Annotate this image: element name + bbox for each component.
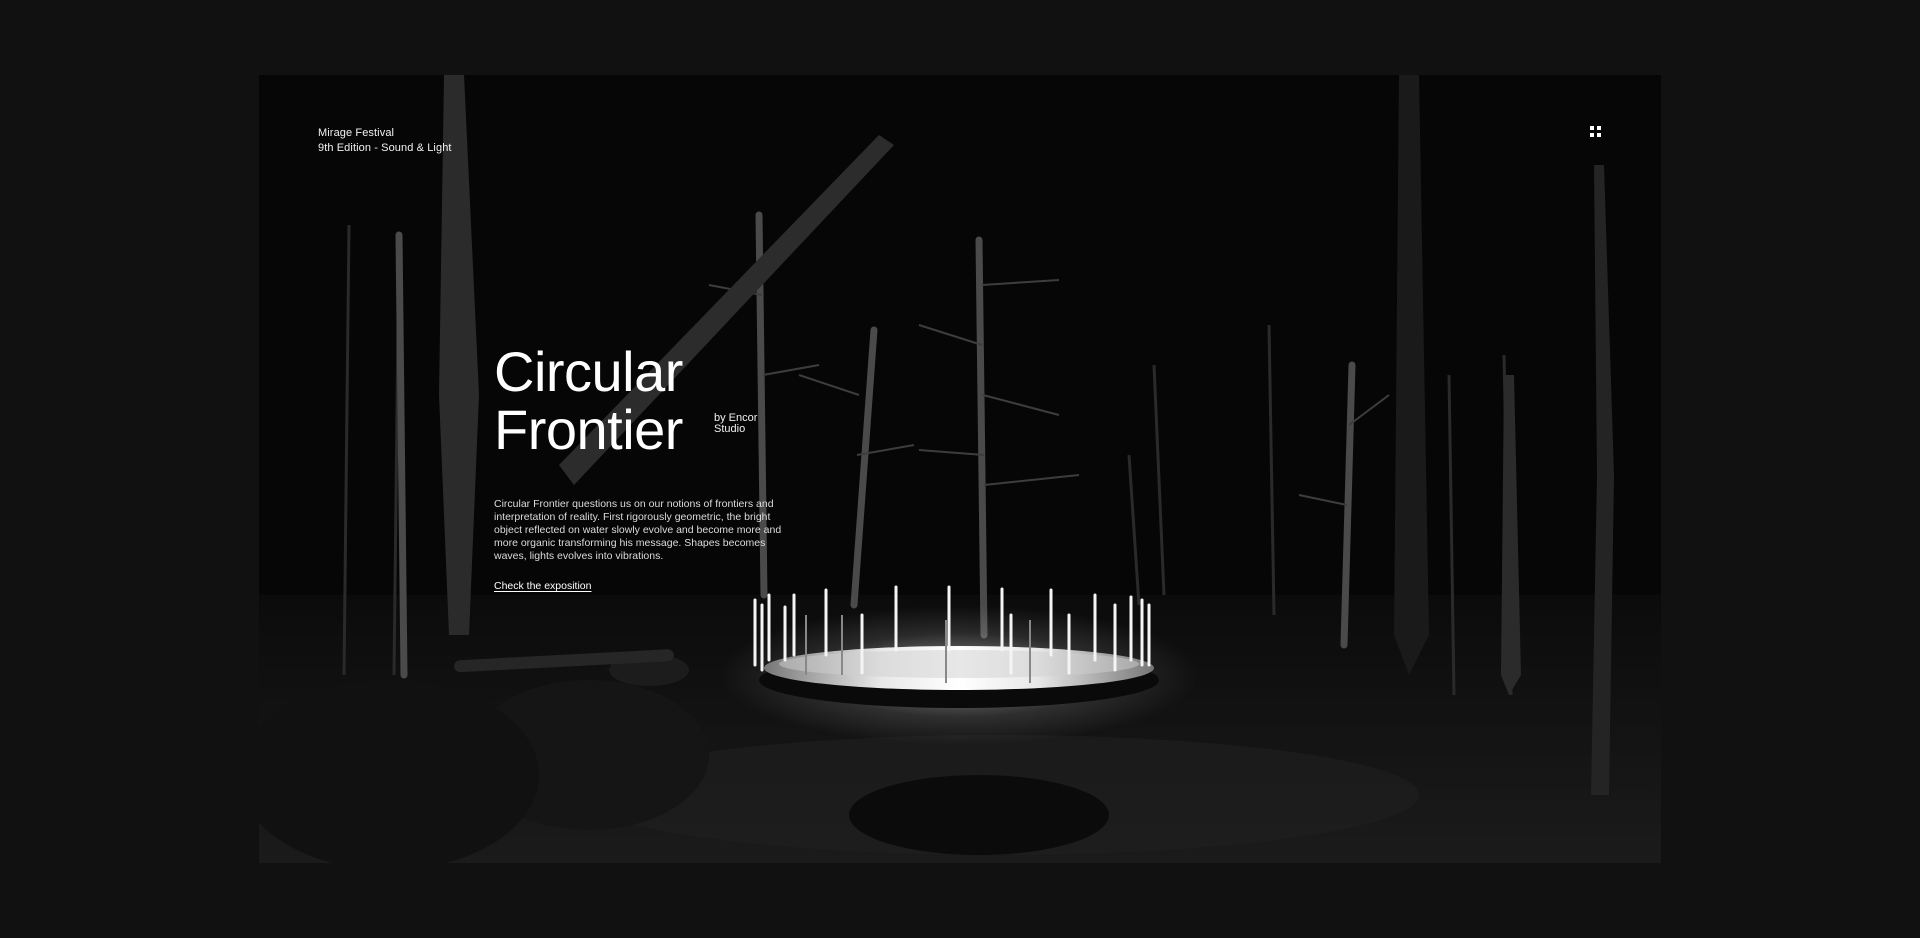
page-title: Circular Frontier (494, 343, 683, 459)
title-line-2: Frontier (494, 398, 683, 461)
festival-brand[interactable]: Mirage Festival 9th Edition - Sound & Li… (318, 126, 452, 156)
forest-scene-image (259, 75, 1661, 863)
grid-menu-icon[interactable] (1590, 126, 1604, 140)
festival-edition: 9th Edition - Sound & Light (318, 142, 452, 154)
hero-frame: Mirage Festival 9th Edition - Sound & Li… (259, 75, 1661, 863)
check-exposition-link[interactable]: Check the exposition (494, 580, 591, 592)
hero-description: Circular Frontier questions us on our no… (494, 498, 782, 562)
artist-byline: by Encor Studio (714, 413, 774, 435)
festival-name: Mirage Festival (318, 127, 395, 139)
byline-line-2: Studio (714, 423, 746, 435)
title-line-1: Circular (494, 340, 683, 403)
